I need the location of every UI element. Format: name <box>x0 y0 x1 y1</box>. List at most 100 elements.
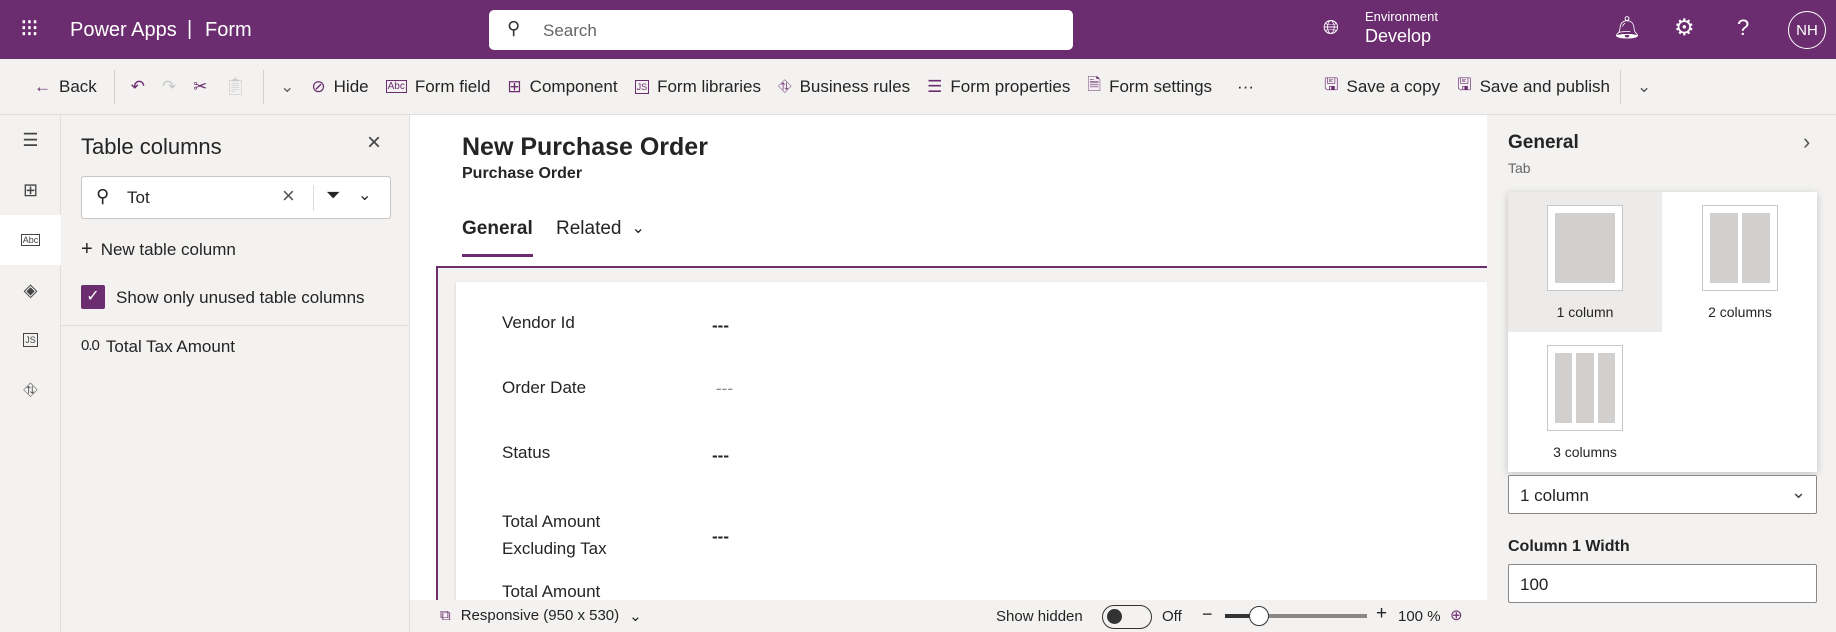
form-subtitle: Purchase Order <box>462 165 583 182</box>
save-publish-button[interactable]: 🖫 Save and publish <box>1457 72 1610 101</box>
form-section: Vendor Id --- Order Date --- Status --- Tot… <box>456 282 1489 602</box>
form-properties-label: Form properties <box>950 76 1071 96</box>
js-icon: JS <box>634 79 650 94</box>
component-icon: ⊞ <box>507 76 522 96</box>
show-hidden-toggle[interactable] <box>1102 605 1152 629</box>
save-copy-button[interactable]: 🖫 Save a copy <box>1324 72 1440 101</box>
field-value[interactable]: --- <box>712 527 729 547</box>
chevron-down-icon: ⌄ <box>1637 76 1652 96</box>
layers-icon[interactable]: ◈ <box>0 265 61 315</box>
table-columns-panel: Table columns × ⚲ Tot × ⏷ ⌄ + New table c… <box>61 115 410 632</box>
panel-subtitle: Tab <box>1508 160 1531 176</box>
search-icon: ⚲ <box>507 18 521 38</box>
paste-dropdown[interactable]: ⌄ <box>280 77 294 97</box>
page-title: New Purchase Order <box>462 133 708 161</box>
search-icon: ⚲ <box>96 186 110 206</box>
new-table-column-button[interactable]: + New table column <box>81 238 236 260</box>
form-libraries-button[interactable]: JS Form libraries <box>634 77 761 97</box>
command-bar: ← Back ↶ ↷ ✂ 📋︎ ⌄ ⊘ Hide Abc Form field ⊞ Co… <box>0 59 1836 115</box>
environment-selector[interactable]: Develop <box>1365 26 1431 47</box>
responsive-label: Responsive (950 x 530) <box>460 607 620 624</box>
hide-button[interactable]: ⊘ Hide <box>311 77 368 97</box>
form-settings-button[interactable]: 🗎︎ Form settings <box>1087 72 1212 101</box>
field-value[interactable]: --- <box>712 316 729 336</box>
flow-icon: ⛗ <box>777 76 792 96</box>
cut-button[interactable]: ✂ <box>193 77 207 97</box>
save-edit-icon: 🖫 <box>1324 75 1339 94</box>
field-label: Total Amount <box>502 582 601 601</box>
clear-icon[interactable]: × <box>282 183 295 209</box>
bell-icon[interactable]: 🔔︎ <box>1613 15 1641 41</box>
field-value[interactable]: --- <box>716 379 733 399</box>
divider <box>113 69 115 104</box>
fit-icon[interactable]: ⊕ <box>1450 606 1463 624</box>
form-properties-button[interactable]: ☰ Form properties <box>927 77 1070 97</box>
tab-selection[interactable]: Vendor Id --- Order Date --- Status --- Tot… <box>436 266 1489 602</box>
active-tab-indicator <box>462 254 533 257</box>
more-button[interactable]: ··· <box>1237 77 1254 97</box>
back-button[interactable]: ← Back <box>34 77 97 97</box>
option-label: 2 columns <box>1708 304 1772 320</box>
plus-icon: + <box>81 238 93 260</box>
tab-related[interactable]: Related ⌄ <box>556 218 645 240</box>
layout-option-1-column[interactable]: 1 column <box>1508 192 1662 332</box>
chevron-down-icon[interactable]: ⌄ <box>358 185 371 205</box>
top-header: ⁝⁝⁝ Power Apps | Form ⚲ Search 🌐︎ Enviro… <box>0 0 1836 59</box>
menu-icon[interactable]: ☰ <box>0 115 61 165</box>
zoom-slider[interactable] <box>1225 606 1367 626</box>
list-item[interactable]: 0.0 Total Tax Amount <box>81 337 235 357</box>
layout-option-3-columns[interactable]: 3 columns <box>1508 332 1662 472</box>
tab-general[interactable]: General <box>462 218 533 240</box>
field-value[interactable]: --- <box>712 446 729 466</box>
column-label: Total Tax Amount <box>105 337 236 356</box>
environment-label: Environment <box>1365 9 1438 24</box>
table-columns-icon[interactable]: Abc <box>0 215 61 265</box>
close-icon[interactable]: × <box>367 129 381 157</box>
paste-button[interactable]: 📋︎ <box>225 77 247 97</box>
responsive-dropdown[interactable]: ⧉ Responsive (950 x 530) ⌄ <box>440 607 642 625</box>
chevron-down-icon: ⌄ <box>631 220 645 237</box>
slider-thumb[interactable] <box>1249 606 1269 626</box>
panel-title: Table columns <box>81 134 222 159</box>
show-unused-checkbox[interactable]: ✓ <box>81 285 105 309</box>
settings-doc-icon: 🗎︎ <box>1087 75 1102 94</box>
left-rail: ☰ ⊞ Abc ◈ JS ⛗ <box>0 115 61 632</box>
flow-icon[interactable]: ⛗ <box>0 365 61 415</box>
component-button[interactable]: ⊞ Component <box>507 77 617 97</box>
help-icon[interactable]: ? <box>1737 15 1749 41</box>
search-placeholder: Search <box>543 21 597 40</box>
chevron-down-icon: ⌄ <box>1791 482 1807 502</box>
save-copy-label: Save a copy <box>1346 76 1441 96</box>
undo-button[interactable]: ↶ <box>131 77 145 97</box>
app-launcher-icon[interactable]: ⁝⁝⁝ <box>20 14 39 43</box>
tab-label: Related <box>556 218 622 239</box>
chevron-right-icon[interactable]: › <box>1803 129 1810 155</box>
cut-icon: ✂ <box>193 76 208 96</box>
field-label: Total Amount Excluding Tax <box>502 512 607 558</box>
redo-button[interactable]: ↷ <box>162 77 176 97</box>
divider <box>313 185 314 211</box>
divider <box>263 69 265 104</box>
zoom-out-button[interactable]: − <box>1202 604 1213 625</box>
form-field-button[interactable]: Abc Form field <box>385 77 490 97</box>
zoom-in-button[interactable]: + <box>1376 603 1387 625</box>
search-value: Tot <box>127 188 150 207</box>
layout-dropdown[interactable]: 1 column ⌄ <box>1508 475 1817 514</box>
toggle-state: Off <box>1162 608 1182 625</box>
publish-icon: 🖫 <box>1457 75 1472 94</box>
search-input[interactable]: ⚲ Search <box>489 10 1073 50</box>
save-dropdown[interactable]: ⌄ <box>1637 77 1651 97</box>
column-width-label: Column 1 Width <box>1508 538 1630 555</box>
gear-icon[interactable]: ⚙ <box>1674 14 1695 41</box>
layout-option-2-columns[interactable]: 2 columns <box>1663 192 1817 332</box>
hide-label: Hide <box>333 76 369 96</box>
components-icon[interactable]: ⊞ <box>0 165 61 215</box>
component-label: Component <box>529 76 618 96</box>
column-width-input[interactable]: 100 <box>1508 564 1817 603</box>
avatar[interactable]: NH <box>1788 11 1826 49</box>
column-search-input[interactable]: ⚲ Tot × ⏷ ⌄ <box>81 176 391 219</box>
business-rules-button[interactable]: ⛗ Business rules <box>778 77 910 97</box>
js-icon[interactable]: JS <box>0 315 61 365</box>
paste-icon: 📋︎ <box>224 76 247 96</box>
filter-icon[interactable]: ⏷ <box>326 185 340 206</box>
